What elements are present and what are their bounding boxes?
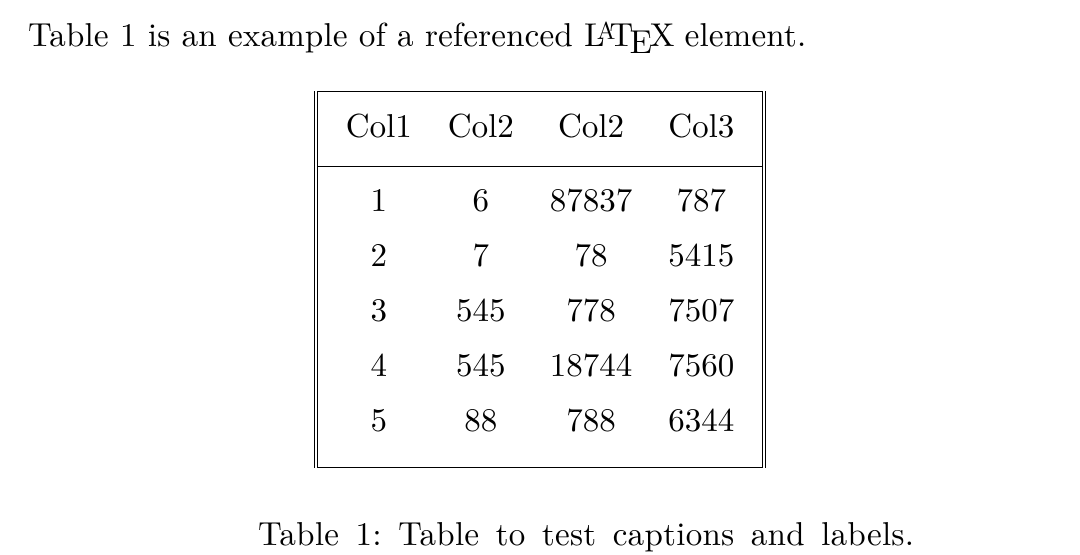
table-cell: 788 (532, 390, 651, 468)
table-cell: 2 (316, 225, 430, 280)
table-cell: 7507 (650, 280, 764, 335)
caption-text: Table to test captions and labels. (398, 508, 914, 555)
table-row: 5 88 788 6344 (316, 390, 765, 468)
table-row: 3 545 778 7507 (316, 280, 765, 335)
table-caption: Table 1: Table to test captions and labe… (28, 508, 1052, 555)
table-rule (316, 149, 765, 167)
table-container: Col1 Col2 Col2 Col3 1 6 87837 787 2 7 78… (28, 91, 1052, 468)
table-header-cell: Col2 (430, 91, 532, 149)
table-row: 1 6 87837 787 (316, 170, 765, 225)
table-cell: 6 (430, 170, 532, 225)
table-cell: 778 (532, 280, 651, 335)
table-cell: 787 (650, 170, 764, 225)
table-cell: 1 (316, 170, 430, 225)
table-cell: 6344 (650, 390, 764, 468)
table-header-cell: Col2 (532, 91, 651, 149)
example-table: Col1 Col2 Col2 Col3 1 6 87837 787 2 7 78… (314, 91, 767, 468)
table-cell: 7560 (650, 335, 764, 390)
table-cell: 545 (430, 335, 532, 390)
table-header-cell: Col1 (316, 91, 430, 149)
intro-sentence: Table 1 is an example of a referenced LA… (28, 12, 1052, 55)
table-cell: 3 (316, 280, 430, 335)
table-cell: 7 (430, 225, 532, 280)
latex-logo: LATEX (584, 12, 673, 55)
intro-suffix: element. (673, 9, 806, 56)
table-cell: 78 (532, 225, 651, 280)
table-cell: 5415 (650, 225, 764, 280)
table-header-cell: Col3 (650, 91, 764, 149)
intro-prefix: Table 1 is an example of a referenced (28, 9, 584, 56)
table-cell: 18744 (532, 335, 651, 390)
table-cell: 4 (316, 335, 430, 390)
table-cell: 545 (430, 280, 532, 335)
table-row: 4 545 18744 7560 (316, 335, 765, 390)
table-row: 2 7 78 5415 (316, 225, 765, 280)
table-cell: 87837 (532, 170, 651, 225)
caption-label: Table 1: (258, 508, 382, 555)
table-cell: 5 (316, 390, 430, 468)
table-header-row: Col1 Col2 Col2 Col3 (316, 91, 765, 149)
table-cell: 88 (430, 390, 532, 468)
